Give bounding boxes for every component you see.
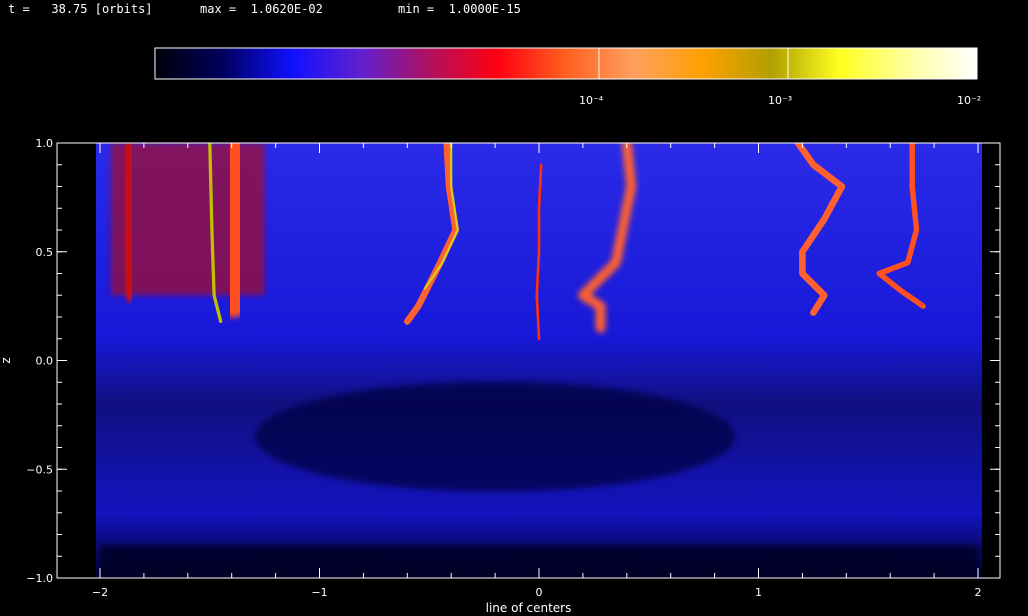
field-layer	[96, 143, 982, 578]
y-axis-title: z	[0, 357, 13, 363]
y-tick-label: 1.0	[36, 137, 54, 150]
x-tick-label: 2	[975, 586, 982, 599]
x-axis-title: line of centers	[486, 601, 572, 615]
y-tick-label: 0.5	[36, 246, 54, 259]
x-tick-label: 1	[755, 586, 762, 599]
y-tick-label: 0.0	[36, 355, 54, 368]
y-tick-label: −1.0	[26, 572, 53, 585]
y-tick-label: −0.5	[26, 463, 53, 476]
x-tick-label: 0	[536, 586, 543, 599]
heatmap-plot: −2 −1 0 1 2 1.0 0.5 0.0 −0.5 −1.0 line of centers z	[0, 137, 1001, 615]
dark-region	[255, 381, 736, 492]
x-tick-label: −2	[92, 586, 108, 599]
filament	[209, 143, 261, 318]
x-tick-label: −1	[311, 586, 327, 599]
filament	[119, 143, 138, 302]
